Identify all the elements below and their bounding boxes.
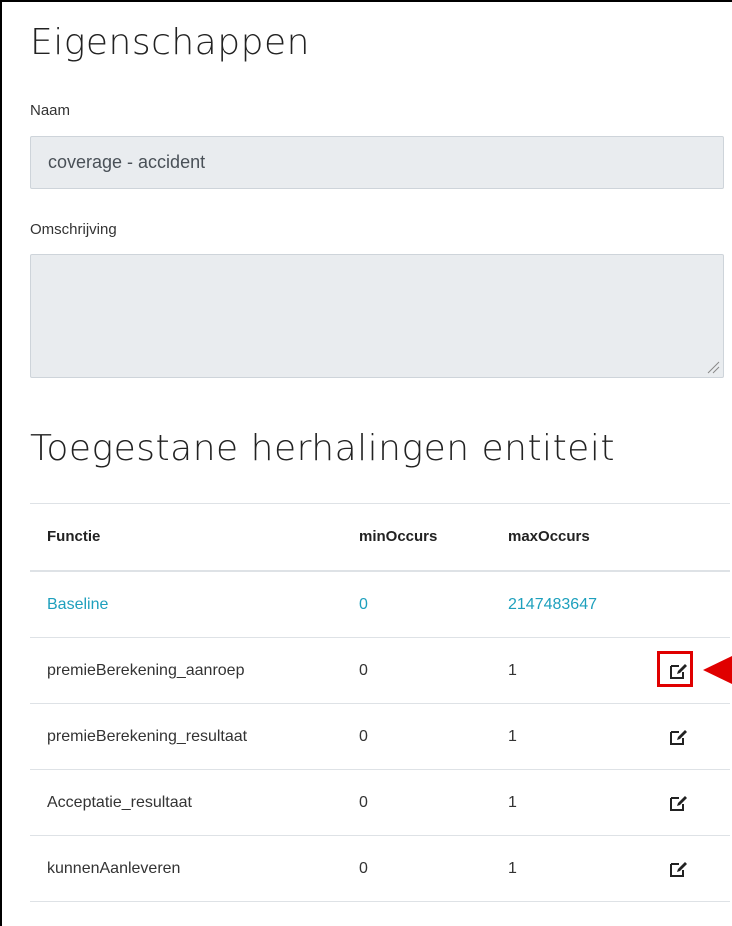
max-occurs-value: 1: [508, 794, 517, 811]
repetitions-table: Functie minOccurs maxOccurs Baseline 0 2…: [30, 503, 730, 902]
highlight-box: [657, 651, 693, 687]
edit-button[interactable]: [668, 836, 690, 901]
function-name: premieBerekening_aanroep: [47, 662, 245, 679]
max-occurs-link[interactable]: 2147483647: [508, 572, 597, 637]
function-name: premieBerekening_resultaat: [47, 728, 248, 745]
edit-button[interactable]: [668, 770, 690, 835]
edit-icon[interactable]: [670, 729, 688, 745]
min-occurs-value: 0: [359, 662, 368, 679]
repetitions-heading: Toegestane herhalingen entiteit: [30, 428, 615, 469]
name-label: Naam: [30, 102, 71, 119]
max-occurs-value: 1: [508, 728, 517, 745]
column-header-minoccurs: minOccurs: [359, 528, 438, 545]
function-name: kunnenAanleveren: [47, 860, 181, 877]
function-name: Acceptatie_resultaat: [47, 794, 192, 811]
description-label: Omschrijving: [30, 221, 117, 238]
table-header-row: Functie minOccurs maxOccurs: [30, 504, 730, 572]
min-occurs-link[interactable]: 0: [359, 572, 368, 637]
max-occurs-value: 1: [508, 860, 517, 877]
max-occurs-value: 1: [508, 662, 517, 679]
table-row: kunnenAanleveren 0 1: [30, 836, 730, 902]
column-header-maxoccurs: maxOccurs: [508, 528, 590, 545]
min-occurs-value: 0: [359, 728, 368, 745]
edit-button[interactable]: [668, 704, 690, 769]
pointer-arrow-icon: [703, 656, 732, 684]
min-occurs-value: 0: [359, 794, 368, 811]
edit-icon[interactable]: [670, 795, 688, 811]
edit-icon[interactable]: [670, 861, 688, 877]
description-field[interactable]: [30, 254, 724, 378]
table-row: Baseline 0 2147483647: [30, 572, 730, 638]
table-row: Acceptatie_resultaat 0 1: [30, 770, 730, 836]
function-link[interactable]: Baseline: [47, 572, 108, 637]
name-field[interactable]: [30, 136, 724, 189]
table-row: premieBerekening_resultaat 0 1: [30, 704, 730, 770]
resize-grip-icon[interactable]: [706, 360, 720, 374]
properties-heading: Eigenschappen: [30, 22, 310, 63]
min-occurs-value: 0: [359, 860, 368, 877]
column-header-functie: Functie: [47, 528, 101, 545]
table-row: premieBerekening_aanroep 0 1: [30, 638, 730, 704]
